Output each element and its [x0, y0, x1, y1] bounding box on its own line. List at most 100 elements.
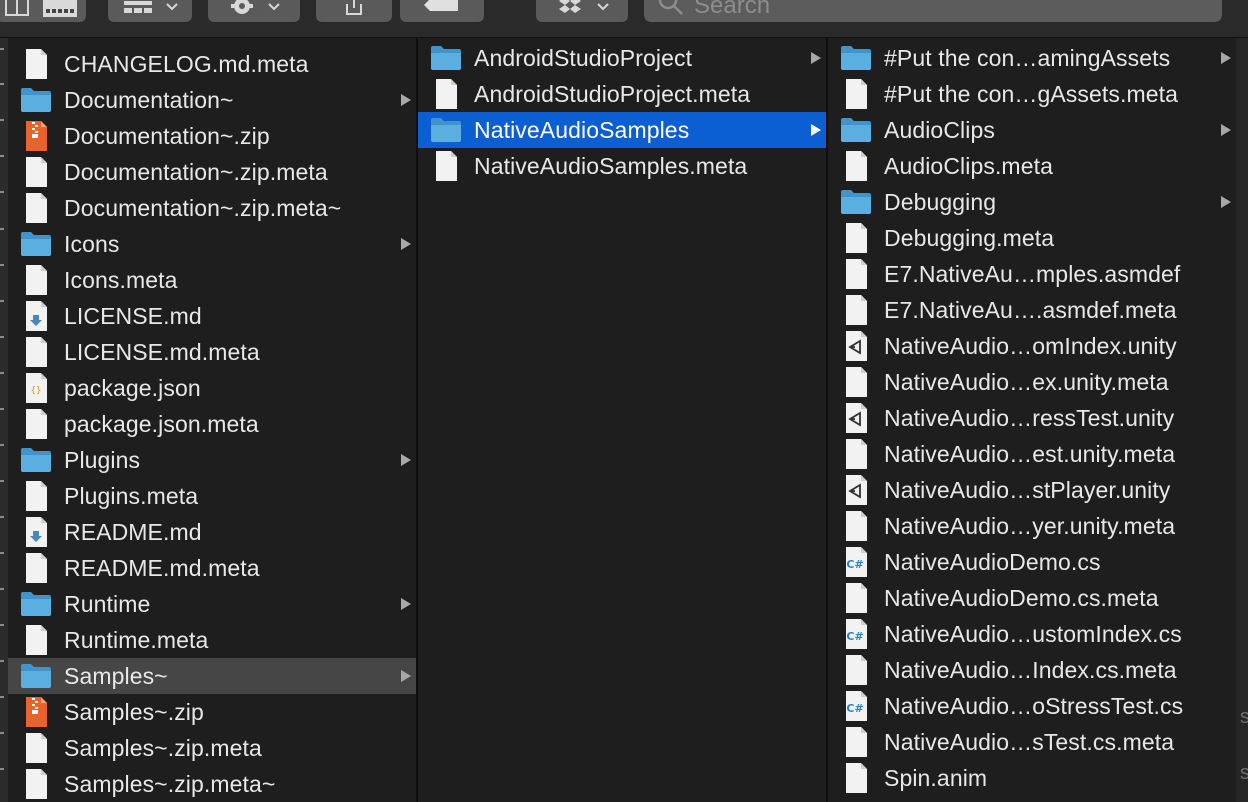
folder-row[interactable]: #Put the con…amingAssets — [828, 40, 1236, 76]
finder-column-3[interactable]: #Put the con…amingAssets #Put the con…gAs… — [828, 38, 1236, 802]
folder-row[interactable]: Debugging — [828, 184, 1236, 220]
document-icon — [430, 150, 462, 182]
folder-row[interactable]: AndroidStudioProject — [418, 40, 826, 76]
file-row[interactable]: E7.NativeAu….asmdef.meta — [828, 292, 1236, 328]
finder-toolbar: Search — [0, 0, 1248, 38]
file-row[interactable]: Samples~.zip.meta~ — [8, 766, 416, 802]
unity-icon — [840, 402, 872, 434]
file-row[interactable]: Documentation~.zip.meta — [8, 154, 416, 190]
file-row[interactable]: README.md — [8, 514, 416, 550]
search-field[interactable]: Search — [644, 0, 1222, 22]
file-row[interactable]: Icons.meta — [8, 262, 416, 298]
disclosure-chevron-icon — [810, 51, 822, 70]
file-row[interactable]: {} package.json — [8, 370, 416, 406]
file-row[interactable]: Documentation~.zip.meta~ — [8, 190, 416, 226]
file-row[interactable]: Debugging.meta — [828, 220, 1236, 256]
document-icon — [20, 552, 52, 584]
file-row[interactable]: package.json.meta — [8, 406, 416, 442]
file-row[interactable]: CHANGELOG.md.meta — [8, 46, 416, 82]
file-row[interactable]: Samples~.zip.meta — [8, 730, 416, 766]
icon-view-icon[interactable] — [5, 0, 31, 17]
folder-row[interactable]: Icons — [8, 226, 416, 262]
previous-column-edge[interactable] — [0, 38, 8, 802]
item-label: Runtime — [64, 590, 151, 617]
item-label: Samples~ — [64, 662, 168, 689]
file-row[interactable]: AudioClips.meta — [828, 148, 1236, 184]
share-icon — [343, 0, 365, 18]
folder-icon — [840, 42, 872, 74]
folder-row[interactable]: Runtime — [8, 586, 416, 622]
folder-icon — [20, 444, 52, 476]
group-by-icon — [122, 0, 154, 17]
folder-row[interactable]: AudioClips — [828, 112, 1236, 148]
json-icon: {} — [20, 372, 52, 404]
document-icon — [840, 654, 872, 686]
file-row[interactable]: Samples~.zip — [8, 694, 416, 730]
item-label: AndroidStudioProject.meta — [474, 80, 751, 107]
item-label: AndroidStudioProject — [474, 44, 693, 71]
file-row[interactable]: NativeAudioSamples.meta — [418, 148, 826, 184]
item-label: Samples~.zip.meta — [64, 734, 262, 761]
file-row[interactable]: NativeAudio…ressTest.unity — [828, 400, 1236, 436]
action-menu-button[interactable] — [208, 0, 300, 22]
item-label: #Put the con…amingAssets — [884, 44, 1171, 71]
folder-icon — [840, 186, 872, 218]
item-label: Spin.anim — [884, 764, 988, 791]
folder-row[interactable]: Samples~ — [8, 658, 416, 694]
finder-column-2[interactable]: AndroidStudioProject AndroidStudioProject… — [418, 38, 826, 802]
file-row[interactable]: C# NativeAudioDemo.cs — [828, 544, 1236, 580]
tags-button[interactable] — [400, 0, 484, 22]
document-icon — [840, 294, 872, 326]
gallery-view-icon[interactable] — [43, 0, 77, 17]
item-label: LICENSE.md.meta — [64, 338, 260, 365]
document-icon — [20, 48, 52, 80]
document-icon — [840, 510, 872, 542]
file-row[interactable]: E7.NativeAu…mples.asmdef — [828, 256, 1236, 292]
item-label: NativeAudio…yer.unity.meta — [884, 512, 1176, 539]
file-row[interactable]: C# NativeAudio…oStressTest.cs — [828, 688, 1236, 724]
document-icon — [20, 768, 52, 800]
document-icon — [20, 192, 52, 224]
file-row[interactable]: AndroidStudioProject.meta — [418, 76, 826, 112]
document-icon — [840, 582, 872, 614]
item-label: Plugins.meta — [64, 482, 199, 509]
zip-icon — [20, 120, 52, 152]
folder-row[interactable]: NativeAudioSamples — [418, 112, 826, 148]
group-by-button[interactable] — [108, 0, 192, 22]
item-label: E7.NativeAu…mples.asmdef — [884, 260, 1181, 287]
file-row[interactable]: NativeAudio…sTest.cs.meta — [828, 724, 1236, 760]
file-row[interactable]: NativeAudio…Index.cs.meta — [828, 652, 1236, 688]
share-button[interactable] — [316, 0, 392, 22]
finder-column-1[interactable]: CHANGELOG.md.meta Documentation~ Documenta… — [8, 38, 416, 802]
item-label: AudioClips — [884, 116, 995, 143]
view-mode-segmented-control[interactable] — [0, 0, 86, 22]
item-label: Debugging — [884, 188, 997, 215]
item-label: NativeAudio…sTest.cs.meta — [884, 728, 1175, 755]
folder-icon — [840, 114, 872, 146]
item-label: Samples~.zip — [64, 698, 204, 725]
file-row[interactable]: Runtime.meta — [8, 622, 416, 658]
file-row[interactable]: NativeAudio…yer.unity.meta — [828, 508, 1236, 544]
file-row[interactable]: NativeAudio…ex.unity.meta — [828, 364, 1236, 400]
file-row[interactable]: LICENSE.md — [8, 298, 416, 334]
file-row[interactable]: LICENSE.md.meta — [8, 334, 416, 370]
chevron-down-icon — [166, 3, 178, 11]
file-row[interactable]: #Put the con…gAssets.meta — [828, 76, 1236, 112]
item-label: CHANGELOG.md.meta — [64, 50, 309, 77]
folder-row[interactable]: Documentation~ — [8, 82, 416, 118]
file-row[interactable]: C# NativeAudio…ustomIndex.cs — [828, 616, 1236, 652]
disclosure-chevron-icon — [810, 123, 822, 142]
file-row[interactable]: NativeAudio…est.unity.meta — [828, 436, 1236, 472]
document-icon — [840, 726, 872, 758]
file-row[interactable]: NativeAudioDemo.cs.meta — [828, 580, 1236, 616]
file-row[interactable]: Plugins.meta — [8, 478, 416, 514]
item-label: package.json — [64, 374, 201, 401]
file-row[interactable]: NativeAudio…omIndex.unity — [828, 328, 1236, 364]
folder-row[interactable]: Plugins — [8, 442, 416, 478]
file-row[interactable]: Spin.anim — [828, 760, 1236, 796]
file-row[interactable]: NativeAudio…stPlayer.unity — [828, 472, 1236, 508]
document-icon — [840, 222, 872, 254]
file-row[interactable]: Documentation~.zip — [8, 118, 416, 154]
dropbox-button[interactable] — [536, 0, 628, 22]
file-row[interactable]: README.md.meta — [8, 550, 416, 586]
